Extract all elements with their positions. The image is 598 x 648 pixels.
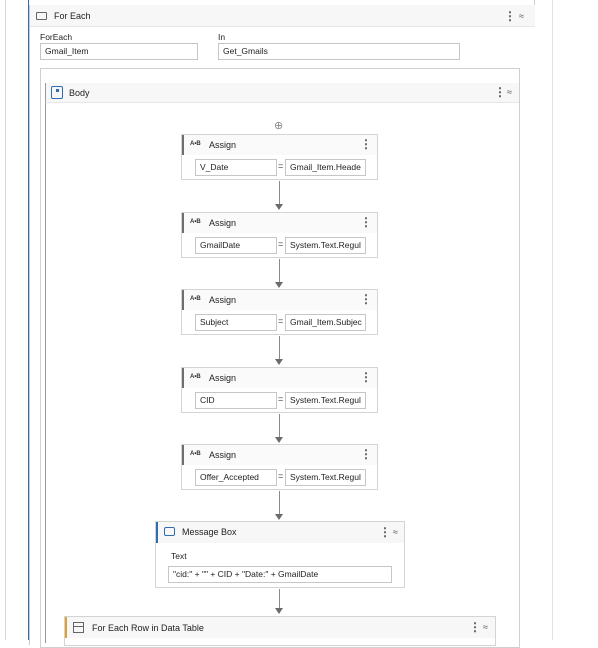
data-table-icon [73,622,84,633]
assign-value-field[interactable]: System.Text.Regul [285,237,366,254]
for-each-row-title: For Each Row in Data Table [92,623,204,633]
assign-to-field[interactable]: V_Date [195,159,277,176]
assign-header[interactable]: A•B Assign ⋮ [182,213,377,233]
for-each-title: For Each [54,11,91,21]
body-title: Body [69,88,90,98]
assign-activity[interactable]: A•B Assign ⋮ GmailDate = System.Text.Reg… [181,212,378,258]
assign-icon: A•B [190,296,201,302]
assign-value-field[interactable]: System.Text.Regul [285,392,366,409]
message-box-menu-icon[interactable]: ⋮ [379,526,391,538]
body-menu-icon[interactable]: ⋮ [494,86,506,98]
assign-menu-icon[interactable]: ⋮ [360,138,372,150]
foreach-label: ForEach [40,32,73,42]
assign-to-field[interactable]: GmailDate [195,237,277,254]
assign-to-field[interactable]: Subject [195,314,277,331]
assign-value-field[interactable]: System.Text.Regul [285,469,366,486]
assign-activity[interactable]: A•B Assign ⋮ Offer_Accepted = System.Tex… [181,444,378,490]
for-each-row-activity[interactable]: For Each Row in Data Table ⋮ ≈ [64,616,496,646]
for-each-row-collapse-icon[interactable]: ≈ [483,622,488,632]
assign-equals: = [278,471,284,481]
assign-header[interactable]: A•B Assign ⋮ [182,445,377,465]
body-sequence-icon-dot [56,89,59,92]
for-each-header[interactable]: For Each ⋮ ≈ [30,5,535,27]
assign-icon: A•B [190,219,201,225]
assign-equals: = [278,394,284,404]
assign-menu-icon[interactable]: ⋮ [360,216,372,228]
message-box-activity[interactable]: Message Box ⋮ ≈ Text "cid:" + "" + CID +… [155,521,405,588]
assign-activity[interactable]: A•B Assign ⋮ CID = System.Text.Regul [181,367,378,413]
assign-to-field[interactable]: CID [195,392,277,409]
message-box-header[interactable]: Message Box ⋮ ≈ [156,522,404,543]
assign-title: Assign [209,373,237,383]
for-each-icon [36,12,47,20]
assign-icon: A•B [190,451,201,457]
connector-arrow [275,514,283,520]
assign-header[interactable]: A•B Assign ⋮ [182,368,377,388]
assign-menu-icon[interactable]: ⋮ [360,448,372,460]
connector-arrow [275,437,283,443]
assign-value-field[interactable]: Gmail_Item.Heade [285,159,366,176]
connector-arrow [275,608,283,614]
message-box-text-label: Text [171,551,187,561]
message-box-title: Message Box [182,527,237,537]
add-activity-icon[interactable]: ⊕ [274,119,283,132]
for-each-row-menu-icon[interactable]: ⋮ [469,621,481,633]
assign-icon: A•B [190,374,201,380]
assign-equals: = [278,161,284,171]
for-each-menu-icon[interactable]: ⋮ [504,10,516,22]
connector-arrow [275,204,283,210]
foreach-item-field[interactable]: Gmail_Item [40,43,198,60]
connector-arrow [275,359,283,365]
in-label: In [218,32,226,42]
for-each-collapse-icon[interactable]: ≈ [519,11,524,21]
message-box-text-field[interactable]: "cid:" + "" + CID + "Date:" + GmailDate [168,566,392,583]
assign-header[interactable]: A•B Assign ⋮ [182,290,377,310]
assign-title: Assign [209,140,237,150]
for-each-row-header[interactable]: For Each Row in Data Table ⋮ ≈ [65,617,495,638]
in-collection-field[interactable]: Get_Gmails [218,43,460,60]
assign-title: Assign [209,295,237,305]
assign-header[interactable]: A•B Assign ⋮ [182,135,377,155]
assign-icon: A•B [190,141,201,147]
assign-equals: = [278,239,284,249]
assign-value-field[interactable]: Gmail_Item.Subjec [285,314,366,331]
connector-arrow [275,282,283,288]
assign-menu-icon[interactable]: ⋮ [360,371,372,383]
assign-title: Assign [209,218,237,228]
body-collapse-icon[interactable]: ≈ [507,87,512,97]
body-sequence-icon [51,86,63,99]
assign-title: Assign [209,450,237,460]
message-box-collapse-icon[interactable]: ≈ [393,527,398,537]
assign-equals: = [278,316,284,326]
assign-menu-icon[interactable]: ⋮ [360,293,372,305]
message-box-icon [164,527,175,536]
assign-activity[interactable]: A•B Assign ⋮ V_Date = Gmail_Item.Heade [181,134,378,180]
body-header[interactable]: Body ⋮ ≈ [45,83,519,103]
assign-to-field[interactable]: Offer_Accepted [195,469,277,486]
assign-activity[interactable]: A•B Assign ⋮ Subject = Gmail_Item.Subjec [181,289,378,335]
